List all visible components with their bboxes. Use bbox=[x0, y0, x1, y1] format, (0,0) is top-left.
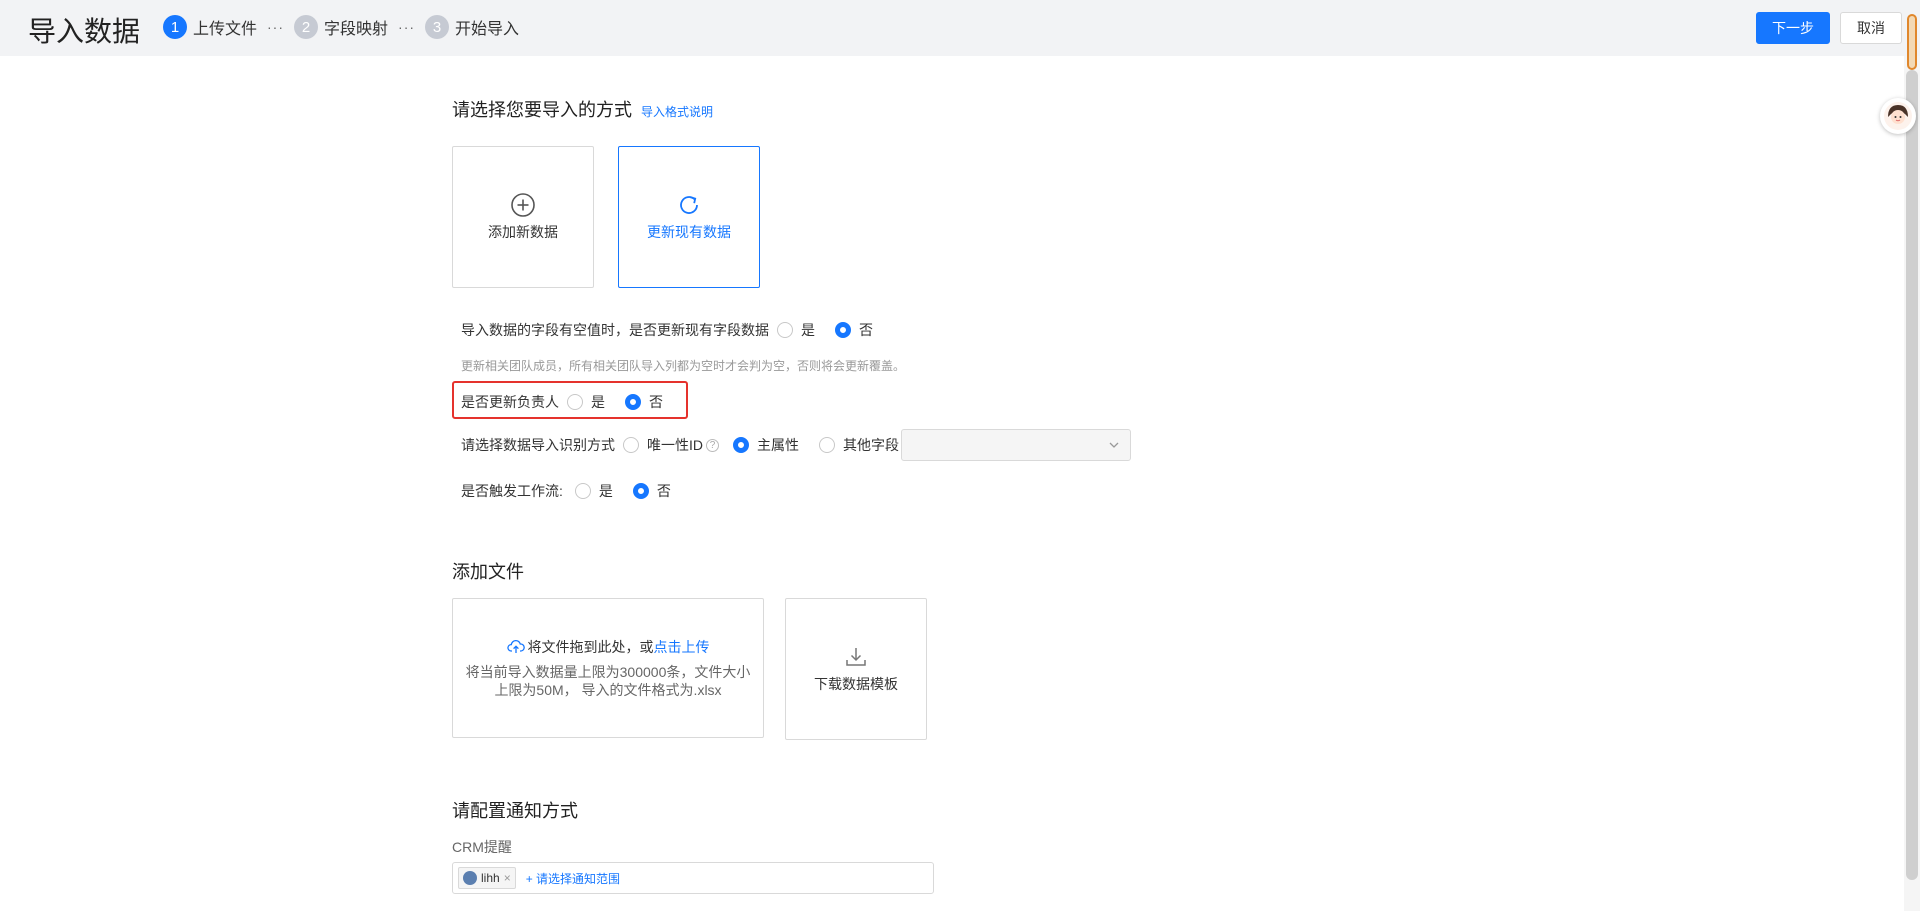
workflow-yes-label[interactable]: 是 bbox=[599, 481, 613, 501]
close-icon[interactable]: × bbox=[504, 871, 511, 885]
primary-attr-radio[interactable] bbox=[733, 437, 749, 453]
top-header: 导入数据 1 上传文件 ··· 2 字段映射 ··· 3 开始导入 下一步 取消 bbox=[0, 0, 1920, 56]
identify-label: 请选择数据导入识别方式 bbox=[461, 437, 615, 453]
update-existing-data-card[interactable]: 更新现有数据 bbox=[618, 146, 760, 288]
primary-attr-label[interactable]: 主属性 bbox=[757, 435, 799, 455]
empty-field-no-label[interactable]: 否 bbox=[859, 320, 873, 340]
workflow-no-radio[interactable] bbox=[632, 483, 649, 499]
download-template-label: 下载数据模板 bbox=[814, 676, 898, 692]
dropzone-text: 将文件拖到此处，或 点击上传 bbox=[506, 637, 710, 657]
unique-id-radio[interactable] bbox=[623, 437, 639, 453]
step-upload: 1 上传文件 bbox=[163, 15, 257, 39]
step-number: 1 bbox=[163, 15, 187, 39]
scroll-top-handle[interactable] bbox=[1907, 14, 1917, 70]
add-new-data-card[interactable]: 添加新数据 bbox=[452, 146, 594, 288]
page-title: 导入数据 bbox=[28, 16, 141, 47]
workflow-yes-radio[interactable] bbox=[574, 483, 591, 499]
empty-field-no-radio[interactable] bbox=[835, 322, 851, 338]
step-label: 字段映射 bbox=[324, 21, 389, 38]
step-number: 2 bbox=[294, 15, 319, 39]
plus-circle-icon bbox=[511, 193, 535, 217]
empty-field-yes-radio[interactable] bbox=[777, 322, 793, 338]
unique-id-label[interactable]: 唯一性ID bbox=[647, 435, 703, 455]
empty-field-yes-label[interactable]: 是 bbox=[801, 320, 815, 340]
add-notify-scope-link[interactable]: + 请选择通知范围 bbox=[526, 870, 620, 887]
workflow-option-row: 是否触发工作流: 是 否 bbox=[461, 481, 677, 501]
workflow-no-label[interactable]: 否 bbox=[657, 481, 671, 501]
assistant-avatar-icon bbox=[1884, 102, 1912, 130]
step-indicator: 1 上传文件 ··· 2 字段映射 ··· 3 开始导入 bbox=[163, 15, 519, 39]
user-tag: lihh × bbox=[458, 867, 516, 889]
user-tag-name: lihh bbox=[481, 871, 500, 885]
empty-field-label: 导入数据的字段有空值时，是否更新现有字段数据 bbox=[461, 322, 769, 338]
assistant-avatar[interactable] bbox=[1880, 98, 1916, 134]
owner-option-row: 是否更新负责人 是 否 bbox=[461, 392, 669, 412]
click-upload-link[interactable]: 点击上传 bbox=[654, 637, 710, 657]
step-import: 3 开始导入 bbox=[425, 15, 519, 39]
crm-reminder-label: CRM提醒 bbox=[452, 839, 512, 855]
file-dropzone[interactable]: 将文件拖到此处，或 点击上传 将当前导入数据量上限为300000条，文件大小上限… bbox=[452, 598, 764, 738]
cancel-button[interactable]: 取消 bbox=[1840, 12, 1902, 44]
other-field-radio[interactable] bbox=[819, 437, 835, 453]
team-update-hint: 更新相关团队成员，所有相关团队导入列都为空时才会判为空，否则将会更新覆盖。 bbox=[461, 359, 906, 373]
other-field-select[interactable] bbox=[901, 429, 1131, 461]
owner-no-radio[interactable] bbox=[625, 394, 641, 410]
import-mode-title: 请选择您要导入的方式 导入格式说明 bbox=[452, 96, 713, 122]
step-separator: ··· bbox=[398, 19, 416, 35]
scrollbar-thumb[interactable] bbox=[1906, 70, 1918, 880]
refresh-icon bbox=[680, 196, 698, 214]
step-label: 开始导入 bbox=[455, 21, 520, 38]
chevron-down-icon bbox=[1109, 442, 1119, 448]
update-existing-data-label: 更新现有数据 bbox=[647, 224, 731, 240]
notify-scope-input[interactable]: lihh × + 请选择通知范围 bbox=[452, 862, 934, 894]
step-separator: ··· bbox=[267, 19, 285, 35]
owner-yes-label[interactable]: 是 bbox=[591, 392, 605, 412]
identify-option-row: 请选择数据导入识别方式 唯一性ID ? 主属性 其他字段 bbox=[461, 429, 1131, 461]
add-new-data-label: 添加新数据 bbox=[488, 224, 558, 240]
import-format-help-link[interactable]: 导入格式说明 bbox=[641, 105, 713, 119]
workflow-label: 是否触发工作流: bbox=[461, 483, 563, 499]
help-icon[interactable]: ? bbox=[706, 438, 719, 452]
dropzone-drag-text: 将文件拖到此处，或 bbox=[527, 639, 654, 655]
step-number: 3 bbox=[425, 15, 450, 39]
import-mode-title-text: 请选择您要导入的方式 bbox=[452, 100, 632, 120]
download-template-card[interactable]: 下载数据模板 bbox=[785, 598, 927, 740]
empty-field-option-row: 导入数据的字段有空值时，是否更新现有字段数据 是 否 bbox=[461, 320, 879, 340]
step-mapping: 2 字段映射 bbox=[294, 15, 388, 39]
upload-limit-note: 将当前导入数据量上限为300000条，文件大小上限为50M， 导入的文件格式为.… bbox=[465, 664, 751, 698]
avatar bbox=[463, 871, 477, 885]
owner-no-label[interactable]: 否 bbox=[649, 392, 663, 412]
owner-label: 是否更新负责人 bbox=[461, 394, 559, 410]
download-icon bbox=[846, 648, 866, 666]
cloud-upload-icon bbox=[506, 639, 525, 653]
step-label: 上传文件 bbox=[193, 21, 258, 38]
next-step-button[interactable]: 下一步 bbox=[1756, 12, 1830, 44]
add-file-title: 添加文件 bbox=[452, 562, 524, 582]
other-field-label[interactable]: 其他字段 bbox=[843, 435, 899, 455]
owner-yes-radio[interactable] bbox=[567, 394, 583, 410]
notify-title: 请配置通知方式 bbox=[452, 801, 578, 821]
